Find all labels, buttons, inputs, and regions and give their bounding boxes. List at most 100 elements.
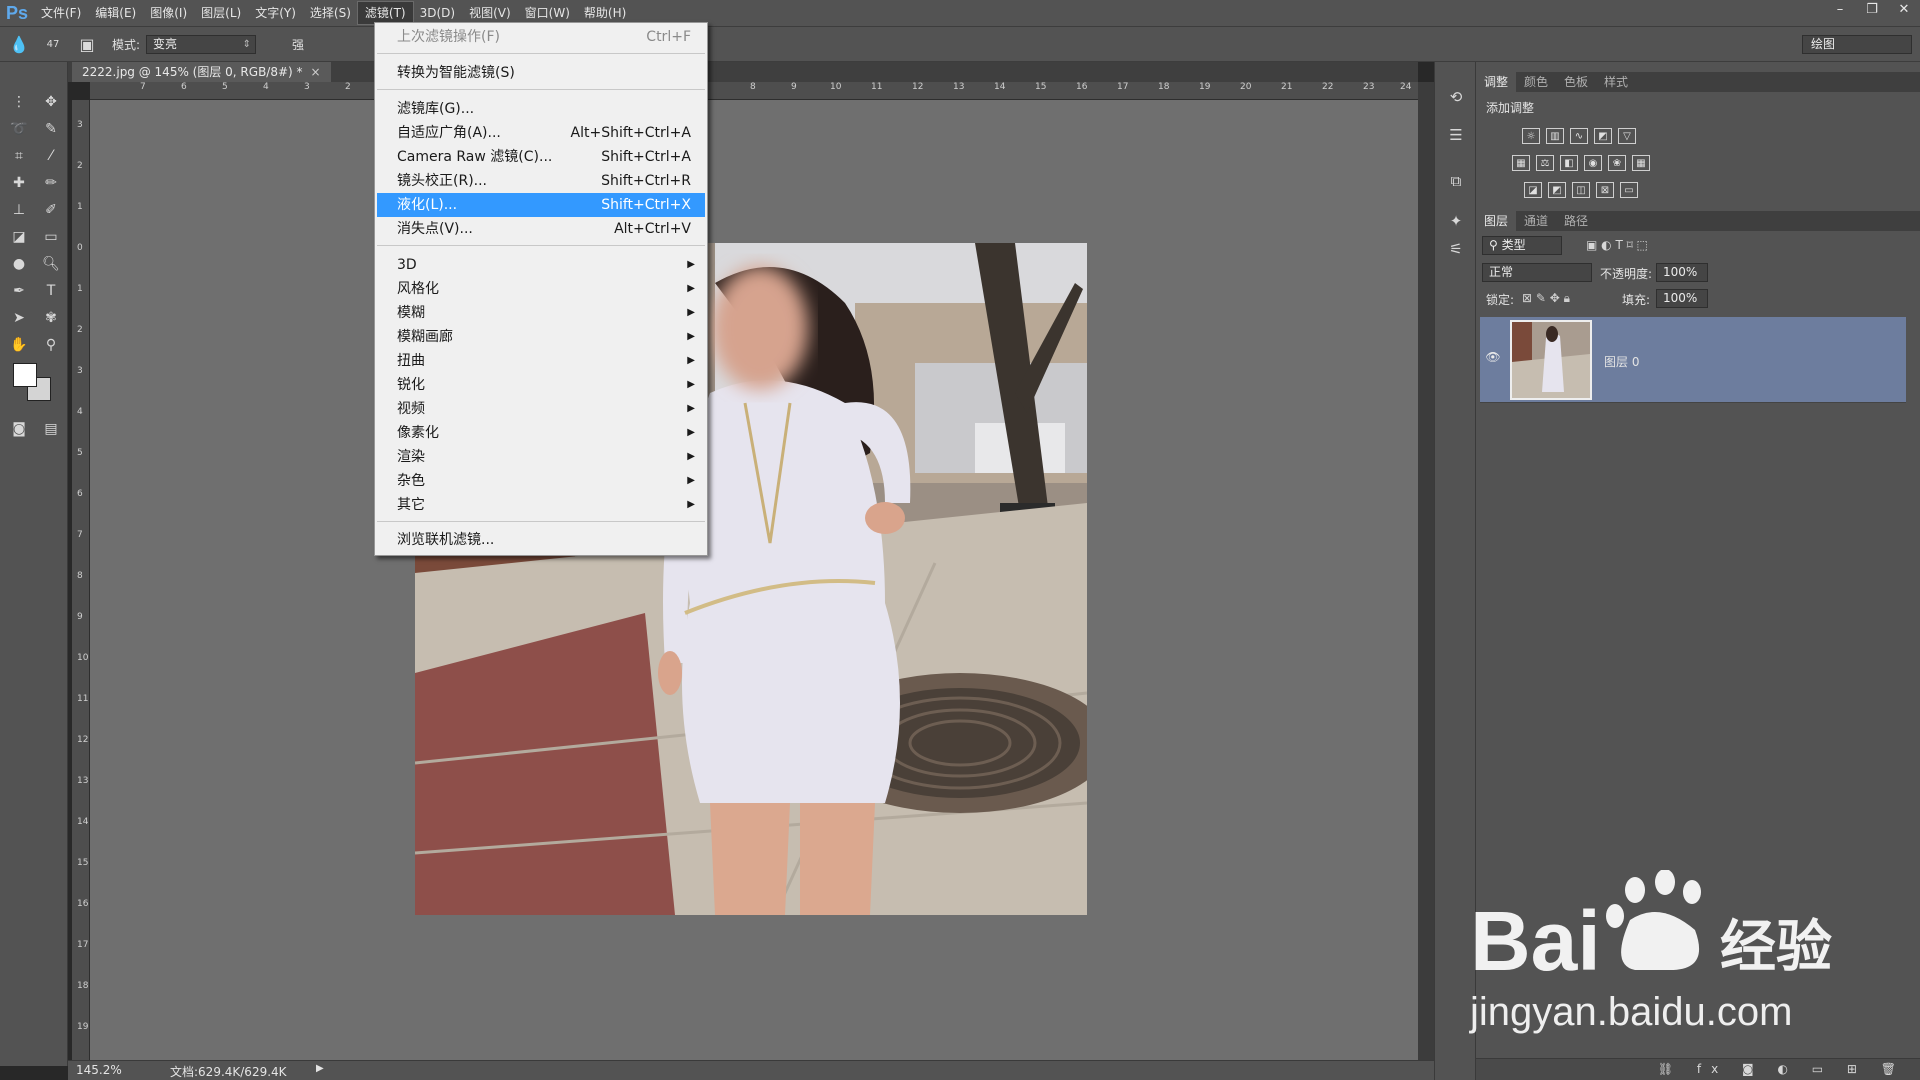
layer-row[interactable]: 👁︎ 图层 0	[1480, 317, 1906, 403]
menu-item-filter-gallery[interactable]: 滤镜库(G)...	[377, 97, 705, 121]
gradient-tool-icon[interactable]: ▭	[38, 225, 64, 249]
gradient-map-icon[interactable]: ▭	[1620, 182, 1638, 198]
layer-filter-select[interactable]: ⚲ 类型	[1482, 236, 1562, 255]
tab-swatches[interactable]: 色板	[1556, 72, 1596, 92]
workspace-select[interactable]: 绘图	[1802, 35, 1912, 54]
menu-item-vanishing-point[interactable]: 消失点(V)... Alt+Ctrl+V	[377, 217, 705, 241]
menu-item-blur-gallery[interactable]: 模糊画廊 ▶	[377, 325, 705, 349]
hue-saturation-icon[interactable]: ▦	[1512, 155, 1530, 171]
color-balance-icon[interactable]: ⚖	[1536, 155, 1554, 171]
blend-mode-select[interactable]: 正常	[1482, 263, 1592, 282]
exposure-icon[interactable]: ◩	[1594, 128, 1612, 144]
menu-item-noise[interactable]: 杂色 ▶	[377, 469, 705, 493]
brush-presets-icon[interactable]: ⚟	[1445, 238, 1467, 260]
tab-color[interactable]: 颜色	[1516, 72, 1556, 92]
menu-item-blur[interactable]: 模糊 ▶	[377, 301, 705, 325]
healing-tool-icon[interactable]: ✚	[6, 171, 32, 195]
canvas-area[interactable]	[90, 100, 1418, 1066]
menu-item-liquify[interactable]: 液化(L)... Shift+Ctrl+X	[377, 193, 705, 217]
close-icon[interactable]: ✕	[1888, 0, 1920, 18]
menu-item-render[interactable]: 渲染 ▶	[377, 445, 705, 469]
menu-item-video[interactable]: 视频 ▶	[377, 397, 705, 421]
blur-tool-icon[interactable]: 💧	[8, 33, 30, 55]
lasso-tool-icon[interactable]: ➰	[6, 117, 32, 141]
posterize-icon[interactable]: ◩	[1548, 182, 1566, 198]
menu-select[interactable]: 选择(S)	[303, 2, 358, 24]
layer-actions-icons[interactable]: ⛓ fx ◙ ◐ ▭ ⊞ 🗑︎	[1658, 1062, 1906, 1076]
menu-filter[interactable]: 滤镜(T)	[356, 1, 414, 25]
stamp-tool-icon[interactable]: ⊥	[6, 198, 32, 222]
photo-filter-icon[interactable]: ◉	[1584, 155, 1602, 171]
eraser-tool-icon[interactable]: ◪	[6, 225, 32, 249]
selective-color-icon[interactable]: ⊠	[1596, 182, 1614, 198]
menu-layer[interactable]: 图层(L)	[194, 2, 248, 24]
vibrance-icon[interactable]: ▽	[1618, 128, 1636, 144]
hand-tool-icon[interactable]: ✋	[6, 333, 32, 357]
history-panel-icon[interactable]: ⟲	[1445, 86, 1467, 108]
invert-icon[interactable]: ◪	[1524, 182, 1542, 198]
channel-mixer-icon[interactable]: ❀	[1608, 155, 1626, 171]
minimize-icon[interactable]: –	[1824, 0, 1856, 18]
menu-edit[interactable]: 编辑(E)	[88, 2, 143, 24]
menu-item-3d[interactable]: 3D ▶	[377, 253, 705, 277]
menu-item-adaptive-wide-angle[interactable]: 自适应广角(A)... Alt+Shift+Ctrl+A	[377, 121, 705, 145]
tab-channels[interactable]: 通道	[1516, 211, 1556, 231]
zoom-tool-icon[interactable]: ⚲	[38, 333, 64, 357]
menu-item-last-filter[interactable]: 上次滤镜操作(F) Ctrl+F	[377, 25, 705, 49]
menu-item-pixelate[interactable]: 像素化 ▶	[377, 421, 705, 445]
menu-3d[interactable]: 3D(D)	[413, 2, 462, 24]
quick-select-tool-icon[interactable]: ✎	[38, 117, 64, 141]
status-menu-arrow-icon[interactable]: ▶	[316, 1063, 324, 1074]
move-tool-icon[interactable]: ✥	[38, 90, 64, 114]
menu-image[interactable]: 图像(I)	[143, 2, 194, 24]
menu-item-convert-smart-filter[interactable]: 转换为智能滤镜(S)	[377, 61, 705, 85]
clone-source-icon[interactable]: ⧉	[1445, 170, 1467, 192]
menu-file[interactable]: 文件(F)	[34, 2, 88, 24]
tab-layers[interactable]: 图层	[1476, 211, 1517, 231]
crop-tool-icon[interactable]: ⌗	[6, 144, 32, 168]
menu-view[interactable]: 视图(V)	[462, 2, 518, 24]
curves-icon[interactable]: ∿	[1570, 128, 1588, 144]
history-brush-tool-icon[interactable]: ✐	[38, 198, 64, 222]
quick-mask-icon[interactable]: ◙	[6, 417, 32, 441]
menu-item-lens-correction[interactable]: 镜头校正(R)... Shift+Ctrl+R	[377, 169, 705, 193]
brightness-icon[interactable]: ☼	[1522, 128, 1540, 144]
zoom-level[interactable]: 145.2%	[76, 1063, 122, 1077]
document-tab[interactable]: 2222.jpg @ 145% (图层 0, RGB/8#) * ×	[72, 62, 331, 82]
restore-icon[interactable]: ❐	[1856, 0, 1888, 18]
brush-panel-icon[interactable]: ▣	[76, 33, 98, 55]
threshold-icon[interactable]: ◫	[1572, 182, 1590, 198]
levels-icon[interactable]: ▥	[1546, 128, 1564, 144]
layer-filter-icons[interactable]: ▣ ◐ T ⌑ ⬚	[1586, 238, 1648, 252]
close-tab-icon[interactable]: ×	[311, 65, 321, 79]
menu-item-browse-online-filters[interactable]: 浏览联机滤镜...	[377, 528, 705, 552]
brush-tool-icon[interactable]: ✏	[38, 171, 64, 195]
layer-name[interactable]: 图层 0	[1604, 353, 1639, 370]
opacity-input[interactable]: 100%	[1656, 263, 1708, 282]
brush-panel-icon[interactable]: ✦	[1445, 210, 1467, 232]
pen-tool-icon[interactable]: ✒	[6, 279, 32, 303]
menu-item-distort[interactable]: 扭曲 ▶	[377, 349, 705, 373]
marquee-tool-icon[interactable]: ⋮	[6, 90, 32, 114]
blur-tool-icon[interactable]: ●	[6, 252, 32, 276]
mode-select[interactable]: 变亮	[146, 34, 257, 54]
menu-item-stylize[interactable]: 风格化 ▶	[377, 277, 705, 301]
eyedropper-tool-icon[interactable]: ⁄	[38, 144, 64, 168]
dodge-tool-icon[interactable]: 🔍︎	[38, 252, 64, 276]
tab-styles[interactable]: 样式	[1596, 72, 1636, 92]
shape-tool-icon[interactable]: ✾	[38, 306, 64, 330]
screen-mode-icon[interactable]: ▤	[38, 417, 64, 441]
menu-item-other[interactable]: 其它 ▶	[377, 493, 705, 517]
type-tool-icon[interactable]: T	[38, 279, 64, 303]
fill-input[interactable]: 100%	[1656, 289, 1708, 308]
menu-help[interactable]: 帮助(H)	[577, 2, 633, 24]
tab-adjustments[interactable]: 调整	[1476, 72, 1517, 92]
visibility-eye-icon[interactable]: 👁︎	[1484, 350, 1502, 366]
menu-type[interactable]: 文字(Y)	[248, 2, 303, 24]
vertical-scrollbar[interactable]	[1418, 82, 1434, 1066]
menu-item-camera-raw[interactable]: Camera Raw 滤镜(C)... Shift+Ctrl+A	[377, 145, 705, 169]
brush-preset-picker[interactable]: 47	[38, 33, 68, 55]
menu-item-sharpen[interactable]: 锐化 ▶	[377, 373, 705, 397]
black-white-icon[interactable]: ◧	[1560, 155, 1578, 171]
tab-paths[interactable]: 路径	[1556, 211, 1596, 231]
